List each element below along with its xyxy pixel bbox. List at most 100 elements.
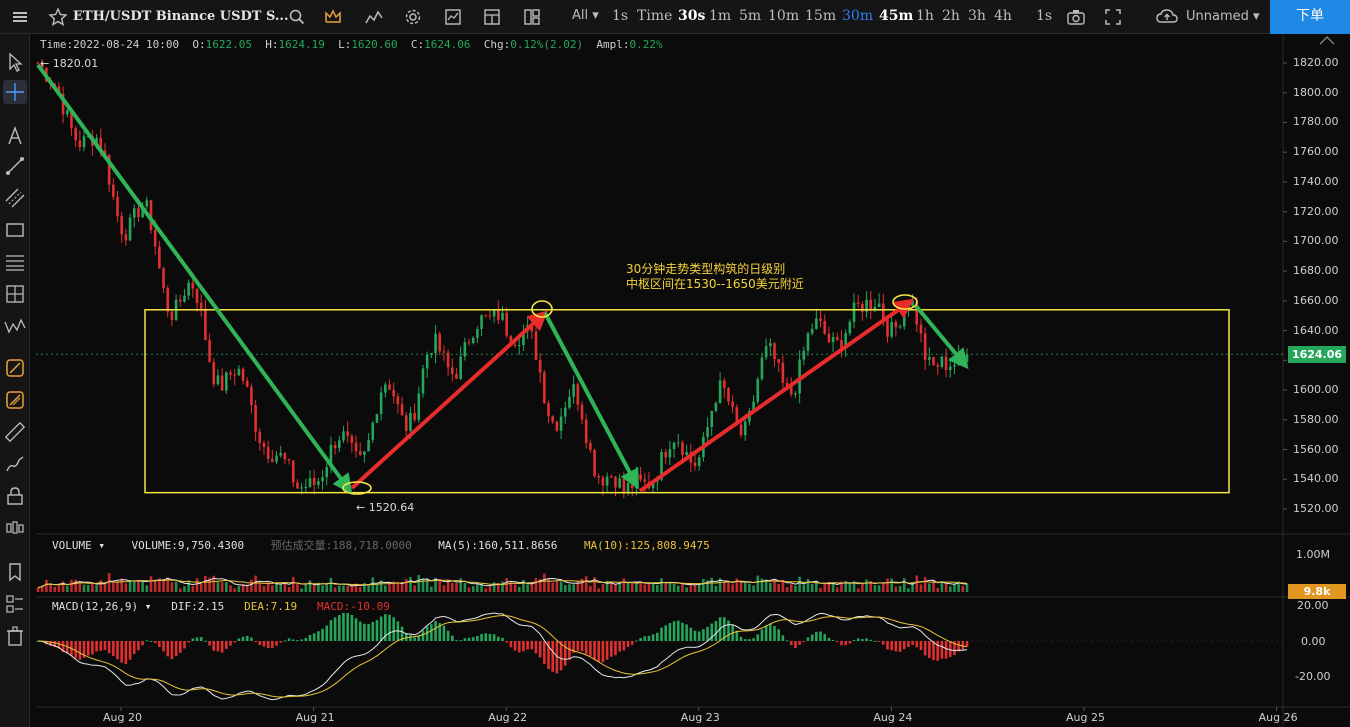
volume-bar	[409, 577, 412, 592]
candle-body	[794, 393, 797, 395]
macd-bar	[651, 634, 655, 641]
volume-bar	[471, 586, 475, 592]
macd-bar	[773, 626, 776, 641]
macd-bar	[392, 617, 395, 641]
macd-bar	[220, 641, 224, 653]
candle-body	[781, 362, 785, 383]
macd-bar	[258, 641, 262, 646]
macd-bar	[827, 637, 831, 641]
candle-body	[233, 374, 236, 376]
volume-bar	[861, 583, 864, 592]
volume-bar	[589, 585, 592, 592]
macd-bar	[660, 627, 663, 641]
macd-bar	[517, 641, 521, 653]
candle-body	[668, 449, 672, 458]
macd-bar	[304, 637, 308, 641]
macd-bar	[455, 640, 458, 642]
macd-bar	[170, 641, 174, 660]
macd-bar	[229, 641, 232, 646]
price-tick: 1600.00	[1293, 383, 1339, 397]
candle-body	[484, 315, 488, 317]
price-chart[interactable]	[0, 0, 1350, 727]
macd-bar	[216, 641, 220, 652]
macd-bar	[158, 641, 161, 647]
macd-dea-line	[37, 614, 968, 698]
candle-body	[442, 351, 446, 353]
macd-bar	[250, 637, 253, 641]
macd-bar	[266, 641, 270, 649]
volume-bar	[890, 578, 893, 592]
volume-bar	[928, 583, 931, 592]
candle-body	[425, 354, 429, 369]
candle-body	[589, 443, 592, 450]
macd-bar	[459, 640, 462, 642]
macd-bar	[794, 641, 797, 649]
candle-body	[199, 303, 203, 309]
volume-bar	[731, 584, 734, 592]
macd-indicator-name[interactable]: MACD(12,26,9)	[52, 600, 138, 613]
macd-bar	[840, 641, 843, 646]
macd-bar	[371, 621, 375, 641]
macd-bar	[174, 641, 178, 657]
volume-bar	[342, 585, 345, 592]
macd-bar	[752, 638, 755, 641]
macd-bar	[635, 640, 638, 642]
macd-bar	[743, 639, 747, 641]
candle-body	[827, 333, 831, 343]
candle-body	[254, 405, 257, 432]
volume-bar	[358, 586, 362, 592]
volume-bar	[262, 586, 266, 592]
volume-bar	[743, 582, 747, 592]
volume-bar	[727, 582, 730, 592]
macd-bar	[317, 631, 320, 641]
macd-bar	[162, 641, 165, 652]
volume-bar	[672, 583, 676, 592]
candle-body	[162, 268, 165, 289]
volume-bar	[785, 587, 789, 592]
volume-bar	[476, 583, 479, 592]
volume-bar	[103, 584, 107, 592]
macd-bar	[584, 641, 588, 655]
volume-bar	[187, 580, 190, 592]
volume-bar	[229, 585, 232, 592]
volume-indicator-name[interactable]: VOLUME	[52, 539, 92, 552]
candle-body	[936, 365, 940, 367]
macd-histogram	[36, 612, 969, 674]
macd-bar	[480, 633, 483, 641]
macd-bar	[74, 641, 77, 659]
candle-body	[806, 333, 810, 351]
candle-body	[392, 389, 395, 397]
macd-bar	[204, 640, 207, 642]
candles	[36, 59, 969, 499]
macd-bar	[120, 641, 123, 663]
volume-bar	[810, 583, 814, 592]
volume-bar	[735, 578, 739, 592]
candle-body	[769, 343, 772, 347]
macd-bar	[697, 631, 701, 641]
candle-body	[225, 372, 228, 391]
volume-bar	[467, 587, 471, 592]
candle-body	[953, 365, 956, 367]
candle-body	[559, 416, 563, 431]
candle-body	[848, 321, 852, 334]
volume-bar	[610, 583, 613, 592]
volume-bar	[141, 580, 144, 592]
volume-bar	[450, 582, 454, 592]
volume-bar	[183, 586, 186, 592]
volume-bar	[488, 585, 492, 592]
macd-bar	[291, 639, 295, 641]
macd-bar	[936, 641, 940, 661]
volume-bar	[739, 582, 743, 592]
volume-bar	[865, 579, 868, 592]
candle-body	[605, 476, 609, 486]
macd-bar	[869, 639, 873, 641]
macd-tick-0: 0.00	[1301, 635, 1326, 648]
candle-body	[835, 337, 839, 340]
volume-bar	[112, 582, 115, 592]
macd-bar	[702, 629, 705, 641]
volume-bar	[254, 575, 257, 592]
macd-bar	[928, 641, 931, 658]
macd-bar	[233, 641, 236, 643]
macd-bar	[132, 641, 136, 654]
volume-bar	[597, 588, 601, 592]
